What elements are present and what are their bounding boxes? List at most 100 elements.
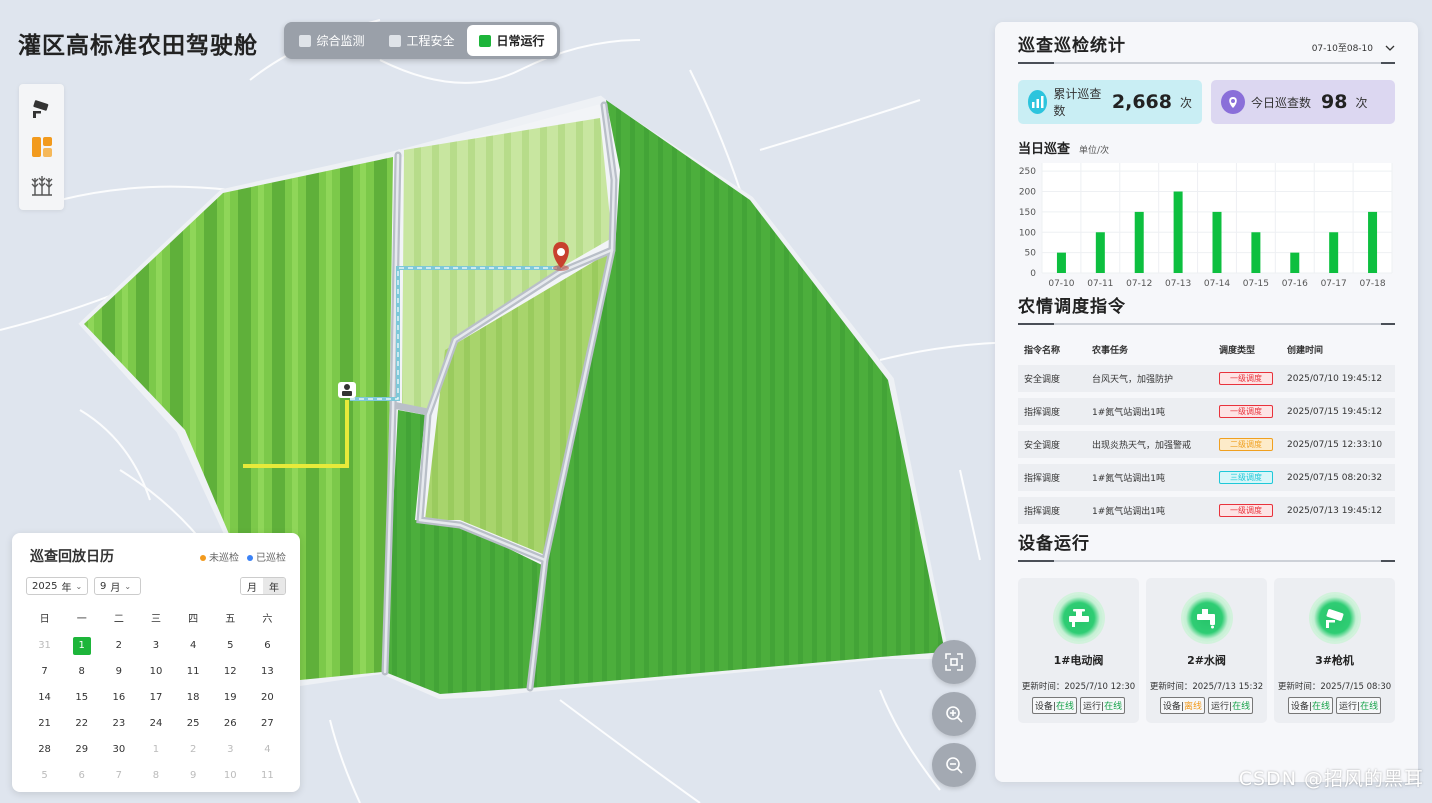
calendar-day[interactable]: 3	[212, 737, 249, 763]
calendar-day[interactable]: 2	[175, 737, 212, 763]
calendar-day[interactable]: 8	[137, 763, 174, 789]
calendar-day[interactable]: 6	[249, 633, 286, 659]
device-status-tag: 设备|在线	[1287, 697, 1333, 714]
dispatch-table: 指令名称 农事任务 调度类型 创建时间 安全调度 台风天气，加强防护 一级调度 202…	[1018, 333, 1395, 524]
watermark: CSDN @招风的黑耳	[1238, 768, 1424, 790]
legend-unchecked: 未巡检	[200, 549, 239, 564]
inspection-title: 巡查巡检统计	[1018, 36, 1126, 56]
crop-layer-button[interactable]	[27, 170, 57, 200]
bar[interactable]	[1134, 211, 1144, 273]
bar[interactable]	[1368, 211, 1378, 273]
dispatch-row[interactable]: 安全调度 出现炎热天气，加强警戒 二级调度 2025/07/15 12:33:10	[1018, 431, 1395, 458]
calendar-day-today[interactable]: 1	[63, 633, 100, 659]
patrol-officer-icon[interactable]	[338, 382, 356, 398]
calendar-day[interactable]: 10	[212, 763, 249, 789]
date-range-select[interactable]: 07-10至08-10	[1312, 41, 1395, 56]
calendar-day[interactable]: 14	[26, 685, 63, 711]
calendar-day[interactable]: 9	[100, 659, 137, 685]
bar[interactable]	[1251, 232, 1261, 273]
calendar-day[interactable]: 15	[63, 685, 100, 711]
camera-layer-button[interactable]	[27, 94, 57, 124]
calendar-day[interactable]: 31	[26, 633, 63, 659]
dispatch-name: 指挥调度	[1024, 507, 1061, 517]
calendar-day[interactable]: 4	[249, 737, 286, 763]
device-card[interactable]: 2#水阀 更新时间：2025/7/13 15:32 设备|离线 运行|在线	[1146, 578, 1267, 723]
calendar-day[interactable]: 7	[100, 763, 137, 789]
calendar-day[interactable]: 30	[100, 737, 137, 763]
zoom-in-button[interactable]	[932, 692, 976, 736]
calendar-day[interactable]: 25	[175, 711, 212, 737]
bar[interactable]	[1173, 191, 1183, 273]
calendar-day[interactable]: 5	[26, 763, 63, 789]
bar[interactable]	[1095, 232, 1105, 273]
device-name: 1#电动阀	[1053, 654, 1104, 667]
calendar-day[interactable]: 23	[100, 711, 137, 737]
calendar-day[interactable]: 1	[137, 737, 174, 763]
dispatch-row[interactable]: 指挥调度 1#氮气站调出1吨 一级调度 2025/07/15 19:45:12	[1018, 398, 1395, 425]
total-value: 2,668	[1111, 91, 1172, 113]
devices-title: 设备运行	[1018, 534, 1090, 554]
dispatch-row[interactable]: 指挥调度 1#氮气站调出1吨 三级调度 2025/07/15 08:20:32	[1018, 464, 1395, 491]
calendar-day[interactable]: 17	[137, 685, 174, 711]
location-pin-icon[interactable]	[553, 242, 569, 271]
calendar-day[interactable]: 16	[100, 685, 137, 711]
calendar-day[interactable]: 10	[137, 659, 174, 685]
month-select[interactable]: 9 月 ⌄	[94, 577, 141, 595]
year-select[interactable]: 2025 年 ⌄	[26, 577, 88, 595]
view-year-button[interactable]: 年	[263, 578, 285, 594]
dispatch-task: 1#氮气站调出1吨	[1092, 408, 1165, 418]
dispatch-time: 2025/07/15 19:45:12	[1287, 406, 1383, 417]
day-number: 26	[223, 718, 237, 729]
patrol-replay-calendar: 巡查回放日历 未巡检 已巡检 2025 年 ⌄ 9 月 ⌄ 月 年 日一二三四五…	[12, 533, 300, 792]
calendar-day[interactable]: 21	[26, 711, 63, 737]
calendar-day[interactable]: 27	[249, 711, 286, 737]
device-card[interactable]: 3#枪机 更新时间：2025/7/15 08:30 设备|在线 运行|在线	[1274, 578, 1395, 723]
device-list: 1#电动阀 更新时间：2025/7/10 12:30 设备|在线 运行|在线 2#水阀更…	[1018, 578, 1395, 723]
view-month-button[interactable]: 月	[241, 578, 263, 594]
calendar-day[interactable]: 12	[212, 659, 249, 685]
date-range-value: 07-10至08-10	[1311, 44, 1373, 54]
bar[interactable]	[1056, 252, 1066, 273]
day-number: 6	[78, 770, 85, 781]
col-task: 农事任务	[1092, 345, 1129, 356]
weekday-label: 日	[39, 614, 50, 625]
dispatch-row[interactable]: 指挥调度 1#氮气站调出1吨 一级调度 2025/07/13 19:45:12	[1018, 497, 1395, 524]
calendar-day[interactable]: 19	[212, 685, 249, 711]
field-layer-button[interactable]	[27, 132, 57, 162]
fullscreen-icon	[945, 653, 963, 671]
weekday-label: 四	[188, 614, 199, 625]
tab-comprehensive-monitoring[interactable]: 综合监测	[287, 25, 377, 56]
calendar-day[interactable]: 22	[63, 711, 100, 737]
calendar-day[interactable]: 24	[137, 711, 174, 737]
calendar-day[interactable]: 11	[175, 659, 212, 685]
calendar-day[interactable]: 18	[175, 685, 212, 711]
calendar-day[interactable]: 4	[175, 633, 212, 659]
calendar-day[interactable]: 8	[63, 659, 100, 685]
dispatch-type-badge: 三级调度	[1219, 471, 1273, 484]
calendar-day[interactable]: 5	[212, 633, 249, 659]
calendar-day[interactable]: 3	[137, 633, 174, 659]
bar[interactable]	[1212, 211, 1222, 273]
calendar-day[interactable]: 13	[249, 659, 286, 685]
day-number: 8	[152, 770, 160, 781]
calendar-day[interactable]: 9	[175, 763, 212, 789]
device-update-time: 更新时间：2025/7/13 15:32	[1149, 682, 1264, 692]
calendar-day[interactable]: 7	[26, 659, 63, 685]
calendar-days: 31 1 2 3 4 5 6 7 8 9 10 11 12 13 14 15 16 17 18 19 20 21 22 23 2…	[26, 633, 286, 789]
tab-daily-operation[interactable]: 日常运行	[467, 25, 557, 56]
bar[interactable]	[1329, 232, 1339, 273]
calendar-day[interactable]: 6	[63, 763, 100, 789]
y-tick-label: 50	[1025, 249, 1037, 259]
calendar-day[interactable]: 11	[249, 763, 286, 789]
tab-engineering-safety[interactable]: 工程安全	[377, 25, 467, 56]
bar[interactable]	[1290, 252, 1300, 273]
dispatch-row[interactable]: 安全调度 台风天气，加强防护 一级调度 2025/07/10 19:45:12	[1018, 365, 1395, 392]
device-card[interactable]: 1#电动阀 更新时间：2025/7/10 12:30 设备|在线 运行|在线	[1018, 578, 1139, 723]
calendar-day[interactable]: 29	[63, 737, 100, 763]
zoom-out-button[interactable]	[932, 743, 976, 787]
calendar-day[interactable]: 26	[212, 711, 249, 737]
fullscreen-button[interactable]	[932, 640, 976, 684]
calendar-day[interactable]: 28	[26, 737, 63, 763]
calendar-day[interactable]: 2	[100, 633, 137, 659]
calendar-day[interactable]: 20	[249, 685, 286, 711]
